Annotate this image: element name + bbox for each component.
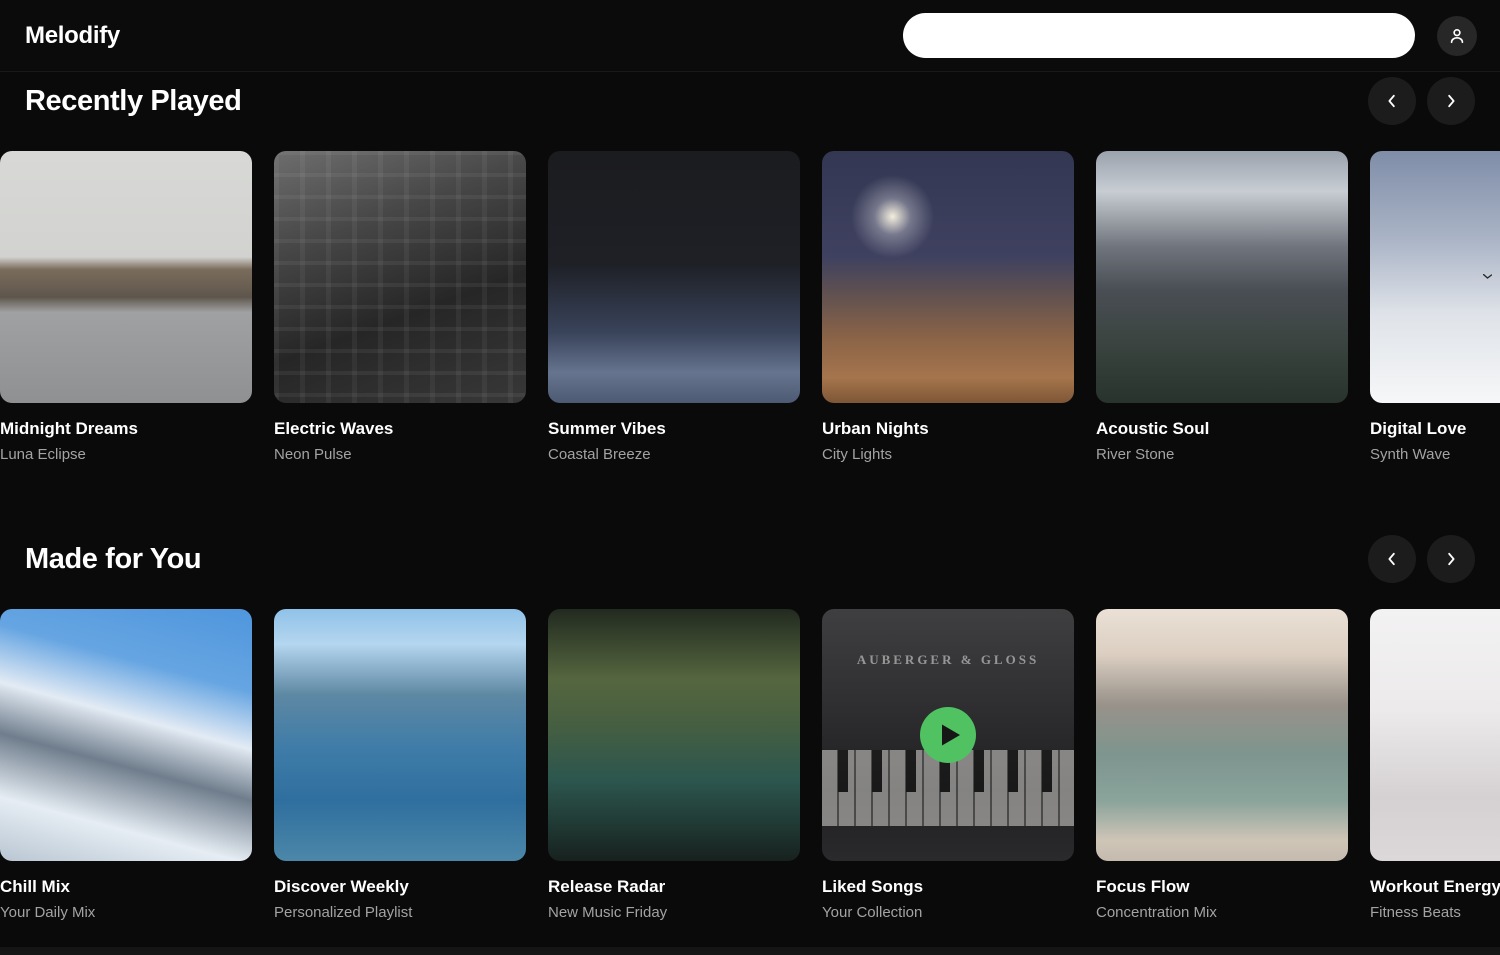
card-title: Digital Love [1370,419,1500,439]
album-art [548,609,800,861]
playlist-card[interactable]: Focus Flow Concentration Mix [1096,609,1348,921]
section-title: Recently Played [25,85,241,118]
carousel-prev-button[interactable] [1368,77,1416,125]
play-icon [920,707,976,763]
carousel-next-button[interactable] [1427,535,1475,583]
album-art [0,609,252,861]
playlist-card[interactable]: Discover Weekly Personalized Playlist [274,609,526,921]
card-subtitle: Your Collection [822,904,1074,921]
album-art [822,151,1074,403]
card-carousel: Chill Mix Your Daily Mix Discover Weekly… [0,609,1500,921]
card-title: Midnight Dreams [0,419,252,439]
main-content: Recently Played [0,72,1500,921]
section-header: Made for You [0,535,1500,583]
card-title: Summer Vibes [548,419,800,439]
album-art [1370,609,1500,861]
album-art [274,151,526,403]
building-windows-art [274,151,526,403]
album-art [1096,151,1348,403]
card-subtitle: River Stone [1096,446,1348,463]
card-title: Chill Mix [0,877,252,897]
playlist-card[interactable]: AUBERGER & GLOSS Liked Songs Your Collec… [822,609,1074,921]
profile-button[interactable] [1437,16,1477,56]
user-icon [1447,26,1467,46]
app-header: Melodify [0,0,1500,72]
app-logo: Melodify [25,22,120,50]
playlist-card[interactable]: Urban Nights City Lights [822,151,1074,463]
card-subtitle: Synth Wave [1370,446,1500,463]
album-art [0,151,252,403]
album-art-text: AUBERGER & GLOSS [822,652,1074,668]
card-subtitle: Coastal Breeze [548,446,800,463]
album-art [274,609,526,861]
card-carousel: Midnight Dreams Luna Eclipse Electric Wa… [0,151,1500,463]
chevron-right-icon [1442,550,1460,568]
playlist-card[interactable]: Acoustic Soul River Stone [1096,151,1348,463]
next-section-divider [0,947,1500,955]
card-subtitle: Your Daily Mix [0,904,252,921]
bird-art [1483,274,1492,279]
playlist-card[interactable]: Electric Waves Neon Pulse [274,151,526,463]
carousel-controls [1368,77,1475,125]
playlist-card[interactable]: Workout Energy Fitness Beats [1370,609,1500,921]
card-subtitle: Concentration Mix [1096,904,1348,921]
card-subtitle: City Lights [822,446,1074,463]
search-input[interactable] [903,13,1415,58]
card-subtitle: Personalized Playlist [274,904,526,921]
playlist-card[interactable]: Release Radar New Music Friday [548,609,800,921]
chevron-left-icon [1383,92,1401,110]
card-subtitle: Fitness Beats [1370,904,1500,921]
playlist-section: Made for You [0,535,1500,921]
card-title: Discover Weekly [274,877,526,897]
chevron-right-icon [1442,92,1460,110]
card-subtitle: New Music Friday [548,904,800,921]
carousel-prev-button[interactable] [1368,535,1416,583]
card-subtitle: Neon Pulse [274,446,526,463]
card-title: Liked Songs [822,877,1074,897]
album-art: AUBERGER & GLOSS [822,609,1074,861]
carousel-controls [1368,535,1475,583]
playlist-card[interactable]: Chill Mix Your Daily Mix [0,609,252,921]
play-button[interactable] [920,707,976,763]
section-title: Made for You [25,543,201,576]
card-title: Release Radar [548,877,800,897]
card-title: Acoustic Soul [1096,419,1348,439]
card-title: Workout Energy [1370,877,1500,897]
carousel-next-button[interactable] [1427,77,1475,125]
card-subtitle: Luna Eclipse [0,446,252,463]
card-title: Urban Nights [822,419,1074,439]
playlist-card[interactable]: Midnight Dreams Luna Eclipse [0,151,252,463]
album-art [1096,609,1348,861]
card-title: Electric Waves [274,419,526,439]
card-title: Focus Flow [1096,877,1348,897]
album-art [1370,151,1500,403]
playlist-section: Recently Played [0,72,1500,463]
playlist-card[interactable]: Summer Vibes Coastal Breeze [548,151,800,463]
playlist-card[interactable]: Digital Love Synth Wave [1370,151,1500,463]
chevron-left-icon [1383,550,1401,568]
album-art [548,151,800,403]
section-header: Recently Played [0,77,1500,125]
